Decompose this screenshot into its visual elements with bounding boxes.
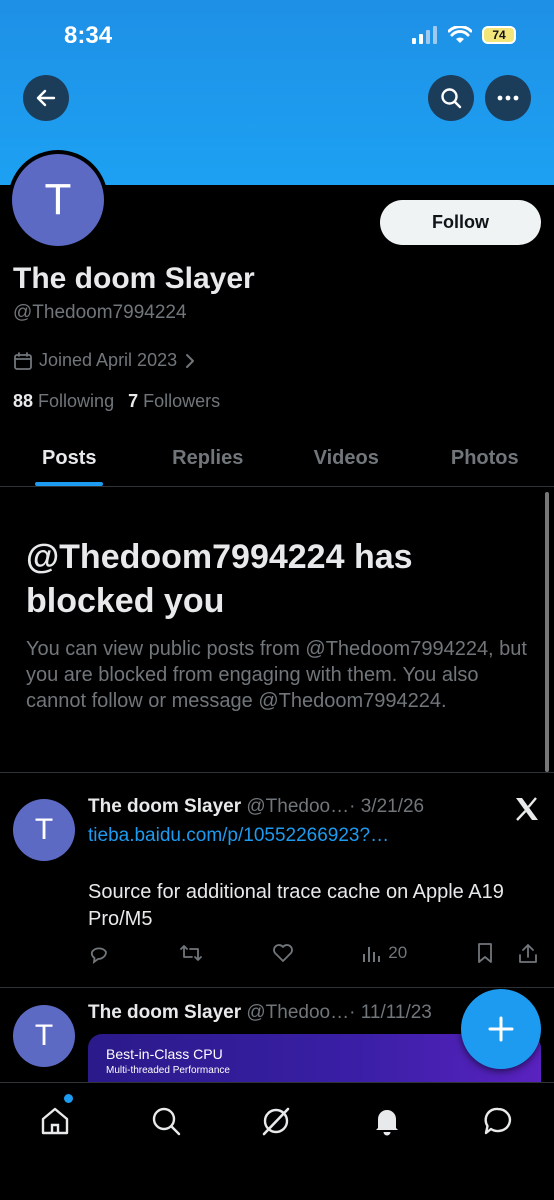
post-header: The doom Slayer @Thedoo…· 3/21/26 <box>88 796 424 818</box>
profile-avatar-letter: T <box>12 154 104 246</box>
followers-link[interactable]: 7 Followers <box>128 391 220 412</box>
media-subtitle: Multi-threaded Performance <box>106 1065 230 1076</box>
reply-icon[interactable] <box>88 942 110 964</box>
tab-videos[interactable]: Videos <box>277 430 416 486</box>
post-avatar[interactable]: T <box>13 799 75 861</box>
post-date: · 11/11/23 <box>349 1002 432 1023</box>
post-author-name[interactable]: The doom Slayer <box>88 1002 241 1023</box>
bell-icon <box>371 1105 403 1137</box>
bookmark-icon[interactable] <box>476 942 494 964</box>
tab-photos[interactable]: Photos <box>416 430 554 486</box>
profile-tabs: Posts Replies Videos Photos <box>0 430 554 487</box>
divider <box>0 987 554 988</box>
scrollbar[interactable] <box>545 492 549 772</box>
status-icons: 74 <box>412 26 516 44</box>
post-text: Source for additional trace cache on App… <box>88 879 543 933</box>
status-time: 8:34 <box>64 22 112 50</box>
x-logo-icon <box>514 797 540 821</box>
views-stat[interactable]: 20 <box>362 943 407 963</box>
followers-count: 7 <box>128 391 138 411</box>
post-date: · 3/21/26 <box>349 796 424 817</box>
nav-notifications[interactable] <box>369 1103 405 1139</box>
profile-handle: @Thedoom7994224 <box>13 302 187 324</box>
share-icon[interactable] <box>518 942 538 964</box>
following-count: 88 <box>13 391 33 411</box>
bottom-navigation <box>0 1082 554 1200</box>
battery-indicator: 74 <box>482 26 516 44</box>
divider <box>0 772 554 773</box>
blocked-title: @Thedoom7994224 has blocked you <box>26 535 526 623</box>
home-icon <box>39 1105 71 1137</box>
wifi-icon <box>448 26 472 44</box>
search-icon <box>439 86 463 110</box>
post-author-name[interactable]: The doom Slayer <box>88 796 241 817</box>
grok-icon <box>260 1105 292 1137</box>
post-actions: 20 <box>88 942 538 964</box>
more-icon <box>497 95 519 101</box>
post-avatar[interactable]: T <box>13 1005 75 1067</box>
blocked-message: You can view public posts from @Thedoom7… <box>26 636 531 714</box>
profile-avatar[interactable]: T <box>8 150 108 250</box>
more-options-button[interactable] <box>485 75 531 121</box>
plus-icon <box>486 1014 516 1044</box>
like-icon[interactable] <box>272 943 294 963</box>
following-link[interactable]: 88 Following <box>13 391 114 412</box>
back-arrow-icon <box>35 87 57 109</box>
back-button[interactable] <box>23 75 69 121</box>
repost-icon[interactable] <box>179 942 203 964</box>
nav-grok[interactable] <box>258 1103 294 1139</box>
joined-text: Joined April 2023 <box>39 350 177 371</box>
post-header: The doom Slayer @Thedoo…· 11/11/23 <box>88 1002 432 1024</box>
views-icon <box>362 944 382 962</box>
views-count: 20 <box>388 943 407 963</box>
post-link[interactable]: tieba.baidu.com/p/10552266923?… <box>88 825 389 847</box>
follow-counts: 88 Following 7 Followers <box>13 391 220 412</box>
profile-name: The doom Slayer <box>13 262 255 296</box>
signal-icon <box>412 26 438 44</box>
tab-replies[interactable]: Replies <box>139 430 278 486</box>
nav-search[interactable] <box>148 1103 184 1139</box>
calendar-icon <box>13 351 33 371</box>
search-button[interactable] <box>428 75 474 121</box>
nav-messages[interactable] <box>480 1103 516 1139</box>
search-icon <box>150 1105 182 1137</box>
post-author-handle[interactable]: @Thedoo… <box>246 796 349 817</box>
nav-home[interactable] <box>37 1103 73 1139</box>
follow-button[interactable]: Follow <box>380 200 541 245</box>
tab-posts[interactable]: Posts <box>0 430 139 486</box>
post-secondary-actions <box>476 942 538 964</box>
post-author-handle[interactable]: @Thedoo… <box>246 1002 349 1023</box>
media-title: Best-in-Class CPU <box>106 1046 223 1062</box>
chevron-right-icon <box>183 353 197 369</box>
notification-dot <box>62 1092 75 1105</box>
joined-date[interactable]: Joined April 2023 <box>13 350 197 371</box>
following-label: Following <box>38 391 114 411</box>
followers-label: Followers <box>143 391 220 411</box>
compose-button[interactable] <box>461 989 541 1069</box>
messages-icon <box>482 1105 514 1137</box>
